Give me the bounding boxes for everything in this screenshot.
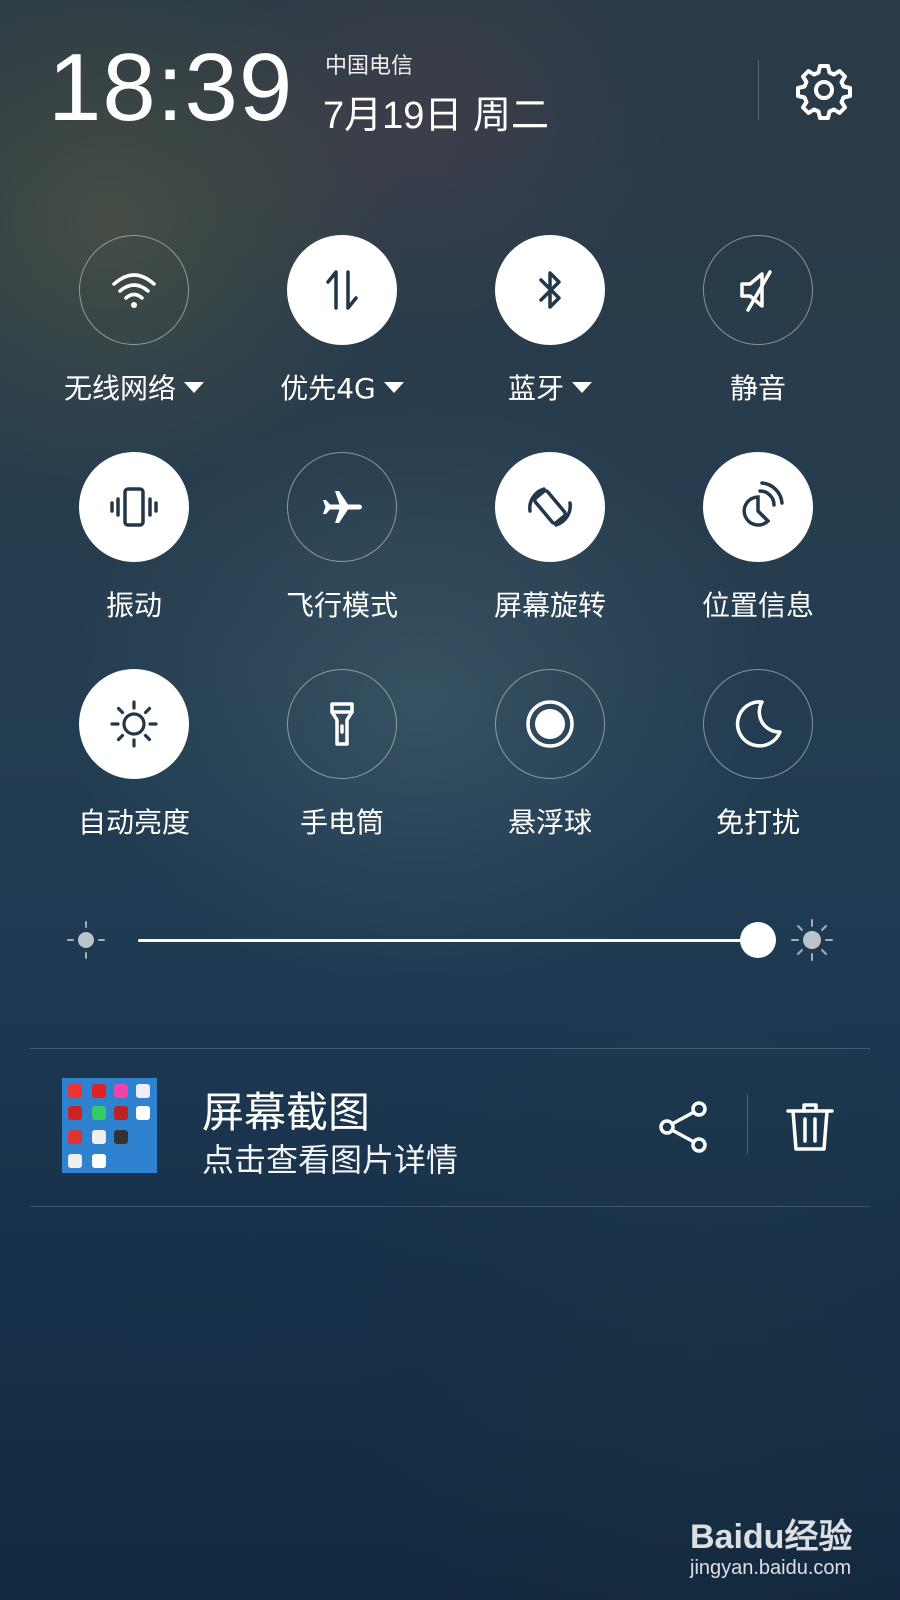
watermark-brand: Baidu经验 bbox=[690, 1518, 853, 1556]
mute-icon bbox=[740, 270, 772, 312]
screenshot-thumbnail bbox=[62, 1078, 157, 1173]
toggle-label: 悬浮球 bbox=[507, 806, 592, 839]
toggle-bluetooth[interactable]: 蓝牙 bbox=[446, 235, 654, 452]
divider bbox=[30, 1206, 870, 1207]
toggle-mute[interactable]: 静音 bbox=[654, 235, 862, 452]
notification-divider bbox=[747, 1094, 748, 1154]
toggle-circle bbox=[287, 669, 397, 779]
toggle-circle bbox=[703, 452, 813, 562]
moon-icon bbox=[735, 700, 782, 748]
trash-icon bbox=[786, 1103, 834, 1151]
toggle-wifi[interactable]: 无线网络 bbox=[30, 235, 238, 452]
wifi-icon bbox=[112, 273, 156, 308]
toggle-mobile-data[interactable]: 优先4G bbox=[238, 235, 446, 452]
toggle-label: 手电筒 bbox=[299, 806, 384, 839]
rotate-icon bbox=[528, 487, 572, 527]
toggle-label: 蓝牙 bbox=[508, 367, 592, 407]
dropdown-caret-icon[interactable] bbox=[383, 381, 404, 393]
screenshot-notification[interactable]: 屏幕截图 点击查看图片详情 bbox=[30, 1049, 870, 1204]
toggle-circle bbox=[287, 235, 397, 345]
toggle-floating-ball[interactable]: 悬浮球 bbox=[446, 669, 654, 886]
toggle-label: 振动 bbox=[105, 589, 162, 622]
baidu-watermark: Baidu经验 jingyan.baidu.com bbox=[690, 1505, 890, 1590]
brightness-high-icon bbox=[791, 919, 833, 961]
toggle-row: 无线网络 优先4G 蓝牙 静音 bbox=[30, 235, 862, 452]
toggle-rotation[interactable]: 屏幕旋转 bbox=[446, 452, 654, 669]
toggle-circle bbox=[79, 452, 189, 562]
toggle-circle bbox=[495, 235, 605, 345]
share-button[interactable] bbox=[657, 1099, 713, 1155]
watermark-url: jingyan.baidu.com bbox=[690, 1557, 852, 1579]
vibrate-icon bbox=[110, 487, 158, 527]
mobile-data-icon bbox=[326, 270, 358, 310]
date-text: 7月19日 周二 bbox=[323, 95, 549, 137]
toggle-circle bbox=[703, 669, 813, 779]
toggle-circle bbox=[495, 669, 605, 779]
toggle-do-not-disturb[interactable]: 免打扰 bbox=[654, 669, 862, 886]
toggle-label: 无线网络 bbox=[64, 367, 204, 407]
brightness-low-icon bbox=[67, 921, 105, 959]
toggle-label: 位置信息 bbox=[701, 589, 814, 622]
toggle-auto-brightness[interactable]: 自动亮度 bbox=[30, 669, 238, 886]
delete-button[interactable] bbox=[782, 1099, 838, 1155]
toggle-circle bbox=[703, 235, 813, 345]
toggle-label: 免打扰 bbox=[715, 806, 800, 839]
slider-thumb[interactable] bbox=[740, 922, 776, 958]
dropdown-caret-icon[interactable] bbox=[572, 381, 592, 393]
toggle-circle bbox=[287, 452, 397, 562]
flashlight-icon bbox=[330, 702, 354, 746]
toggle-label: 自动亮度 bbox=[77, 806, 190, 839]
toggle-airplane[interactable]: 飞行模式 bbox=[238, 452, 446, 669]
toggle-label: 优先4G bbox=[280, 367, 404, 407]
floating-ball-icon bbox=[526, 700, 574, 748]
gear-icon bbox=[796, 64, 852, 120]
header-divider bbox=[758, 60, 759, 120]
toggle-row: 自动亮度 手电筒 悬浮球 免打扰 bbox=[30, 669, 862, 886]
toggle-label: 静音 bbox=[729, 372, 786, 405]
toggle-circle bbox=[79, 235, 189, 345]
toggle-label: 飞行模式 bbox=[285, 589, 398, 622]
toggle-circle bbox=[495, 452, 605, 562]
toggle-circle bbox=[79, 669, 189, 779]
toggle-label: 屏幕旋转 bbox=[493, 589, 606, 622]
toggle-location[interactable]: 位置信息 bbox=[654, 452, 862, 669]
status-header: 18:39 中国电信 7月19日 周二 bbox=[0, 0, 900, 160]
toggle-row: 振动 飞行模式 屏幕旋转 位置信息 bbox=[30, 452, 862, 669]
notification-subtitle: 点击查看图片详情 bbox=[202, 1141, 459, 1179]
notification-title: 屏幕截图 bbox=[202, 1088, 371, 1137]
auto-brightness-icon bbox=[110, 700, 158, 748]
settings-button[interactable] bbox=[794, 60, 854, 120]
share-icon bbox=[659, 1101, 707, 1153]
location-icon bbox=[742, 481, 784, 527]
toggle-vibrate[interactable]: 振动 bbox=[30, 452, 238, 669]
dropdown-caret-icon[interactable] bbox=[184, 381, 204, 393]
clock-time: 18:39 bbox=[48, 34, 294, 141]
quick-settings-grid: 无线网络 优先4G 蓝牙 静音 振动 飞行模式 屏幕旋转 位置信息 自动亮度 手… bbox=[30, 235, 862, 886]
slider-track[interactable] bbox=[138, 939, 758, 942]
airplane-icon bbox=[323, 491, 362, 523]
carrier-name: 中国电信 bbox=[325, 54, 414, 79]
bluetooth-icon bbox=[539, 271, 561, 309]
toggle-flashlight[interactable]: 手电筒 bbox=[238, 669, 446, 886]
brightness-slider[interactable] bbox=[60, 910, 840, 970]
